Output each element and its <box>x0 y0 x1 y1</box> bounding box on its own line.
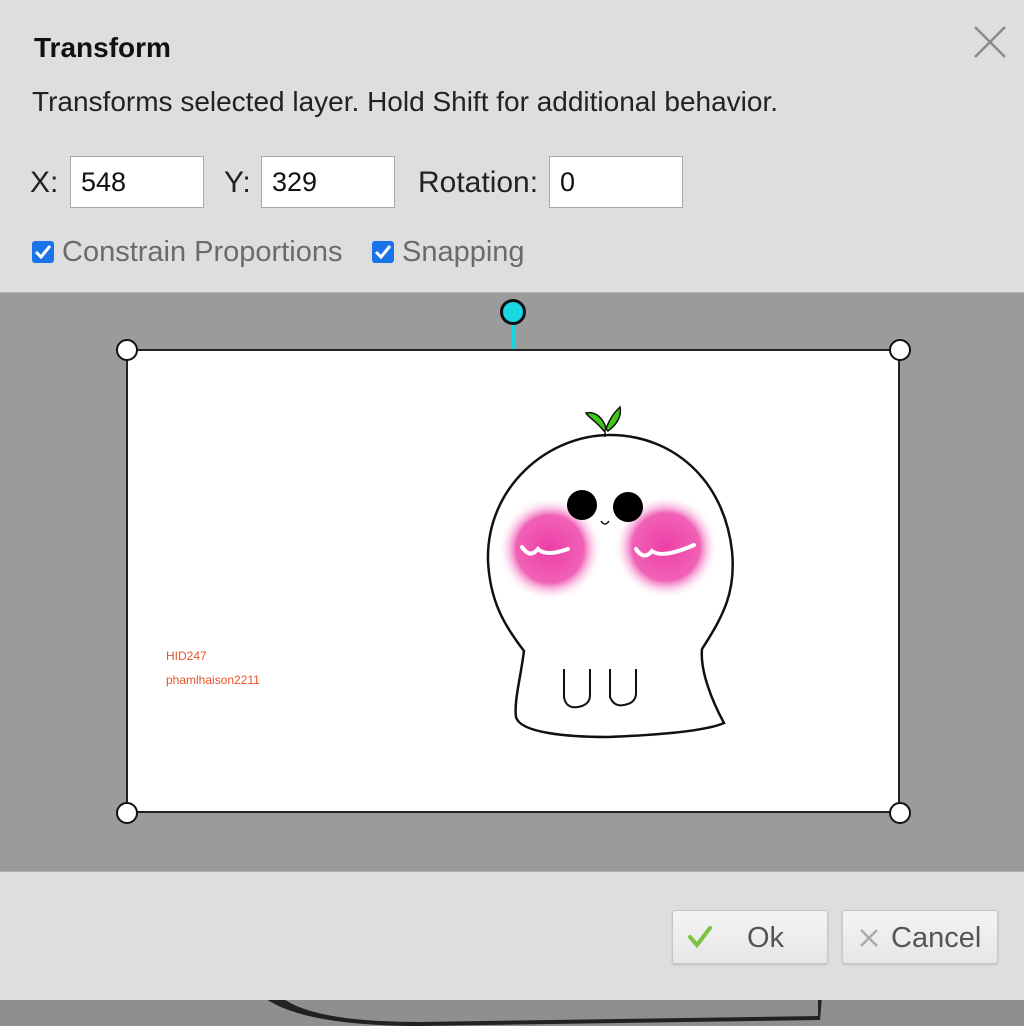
ghost-illustration <box>486 405 734 739</box>
y-input[interactable] <box>261 156 395 208</box>
x-input[interactable] <box>70 156 204 208</box>
transform-preview-area: HID247 phamlhaison2211 <box>0 292 1024 872</box>
watermark-text-2: phamlhaison2211 <box>166 673 260 687</box>
rotation-handle-stem <box>512 325 515 351</box>
ok-button[interactable]: Ok <box>672 910 828 964</box>
position-fields: X: Y: Rotation: <box>30 156 730 212</box>
dialog-description: Transforms selected layer. Hold Shift fo… <box>32 86 779 117</box>
close-button[interactable] <box>972 24 1008 60</box>
checkmark-icon <box>34 245 52 260</box>
constrain-proportions-label[interactable]: Constrain Proportions <box>62 236 342 269</box>
x-label: X: <box>30 166 59 199</box>
y-label: Y: <box>224 166 251 199</box>
resize-handle-top-left[interactable] <box>116 339 138 361</box>
x-icon <box>860 929 878 947</box>
rotation-handle[interactable] <box>500 299 526 325</box>
snapping-label[interactable]: Snapping <box>402 236 525 269</box>
layer-preview[interactable]: HID247 phamlhaison2211 <box>126 349 900 813</box>
close-icon <box>974 26 1006 58</box>
cancel-label: Cancel <box>891 922 982 954</box>
dialog-title: Transform <box>34 32 171 63</box>
resize-handle-bottom-right[interactable] <box>889 802 911 824</box>
rotation-input[interactable] <box>549 156 683 208</box>
snapping-checkbox[interactable] <box>372 241 394 263</box>
checkmark-icon <box>688 926 712 949</box>
constrain-proportions-checkbox[interactable] <box>32 241 54 263</box>
resize-handle-top-right[interactable] <box>889 339 911 361</box>
ok-label: Ok <box>747 922 785 954</box>
transform-dialog: Transform Transforms selected layer. Hol… <box>0 0 1024 1000</box>
checkmark-icon <box>374 245 392 260</box>
options-row: Constrain Proportions Snapping <box>32 236 732 272</box>
watermark-text-1: HID247 <box>166 649 207 663</box>
rotation-label: Rotation: <box>418 166 539 199</box>
resize-handle-bottom-left[interactable] <box>116 802 138 824</box>
cancel-button[interactable]: Cancel <box>842 910 998 964</box>
background-canvas-edge <box>0 996 1024 1026</box>
